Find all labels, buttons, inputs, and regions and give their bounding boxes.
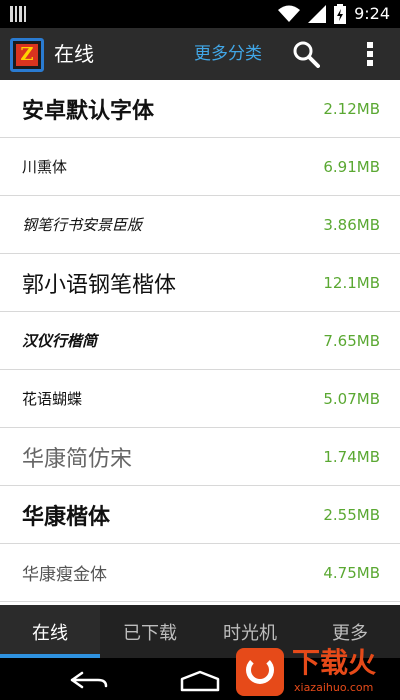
font-file-size: 3.86MB xyxy=(323,215,380,234)
font-file-size: 6.91MB xyxy=(323,157,380,176)
watermark-title: 下载火 xyxy=(292,646,377,679)
signal-icon xyxy=(308,5,327,23)
list-item[interactable]: 华康瘦金体 4.75MB xyxy=(0,544,400,602)
watermark-badge-icon xyxy=(236,648,284,696)
tab-online[interactable]: 在线 xyxy=(0,605,100,658)
status-time: 9:24 xyxy=(354,4,390,23)
notification-icon xyxy=(10,6,26,22)
search-icon[interactable] xyxy=(292,40,320,68)
font-file-size: 2.12MB xyxy=(323,99,380,118)
list-item[interactable]: 钢笔行书安景臣版 3.86MB xyxy=(0,196,400,254)
app-logo-icon[interactable]: Z xyxy=(10,38,44,72)
font-name: 安卓默认字体 xyxy=(22,98,155,124)
font-file-size: 5.07MB xyxy=(323,389,380,408)
font-name: 汉仪行楷简 xyxy=(22,332,98,350)
font-name: 川熏体 xyxy=(22,158,68,176)
font-name: 花语蝴蝶 xyxy=(22,390,83,408)
list-item[interactable]: 华康简仿宋 1.74MB xyxy=(0,428,400,486)
font-file-size: 4.75MB xyxy=(323,563,380,582)
action-bar: Z 在线 更多分类 xyxy=(0,28,400,80)
font-file-size: 12.1MB xyxy=(323,273,380,292)
font-name: 华康瘦金体 xyxy=(22,565,107,585)
page-title: 在线 xyxy=(54,42,94,66)
overflow-menu-icon[interactable] xyxy=(360,40,380,68)
font-file-size: 2.55MB xyxy=(323,505,380,524)
font-list: 安卓默认字体 2.12MB 川熏体 6.91MB 钢笔行书安景臣版 3.86MB… xyxy=(0,80,400,605)
list-item[interactable]: 安卓默认字体 2.12MB xyxy=(0,80,400,138)
status-bar: 9:24 xyxy=(0,0,400,28)
font-name: 郭小语钢笔楷体 xyxy=(22,272,177,298)
wifi-icon xyxy=(278,5,301,22)
list-item[interactable]: 汉仪行楷简 7.65MB xyxy=(0,312,400,370)
home-icon[interactable] xyxy=(178,670,222,692)
font-file-size: 7.65MB xyxy=(323,331,380,350)
watermark-subtitle: xiazaihuo.com xyxy=(294,681,374,694)
font-name: 华康楷体 xyxy=(22,503,111,530)
list-item[interactable]: 郭小语钢笔楷体 12.1MB xyxy=(0,254,400,312)
more-categories-button[interactable]: 更多分类 xyxy=(194,43,262,65)
font-name: 钢笔行书安景臣版 xyxy=(22,216,143,234)
status-icons: 9:24 xyxy=(278,4,390,24)
list-item[interactable]: 花语蝴蝶 5.07MB xyxy=(0,370,400,428)
watermark-logo: 下载火 xiazaihuo.com xyxy=(236,646,394,700)
tab-downloaded[interactable]: 已下载 xyxy=(100,605,200,658)
battery-icon xyxy=(334,4,347,24)
font-name: 华康简仿宋 xyxy=(22,446,133,472)
list-item[interactable]: 川熏体 6.91MB xyxy=(0,138,400,196)
back-icon[interactable] xyxy=(68,670,108,690)
font-file-size: 1.74MB xyxy=(323,447,380,466)
list-item[interactable]: 华康楷体 2.55MB xyxy=(0,486,400,544)
